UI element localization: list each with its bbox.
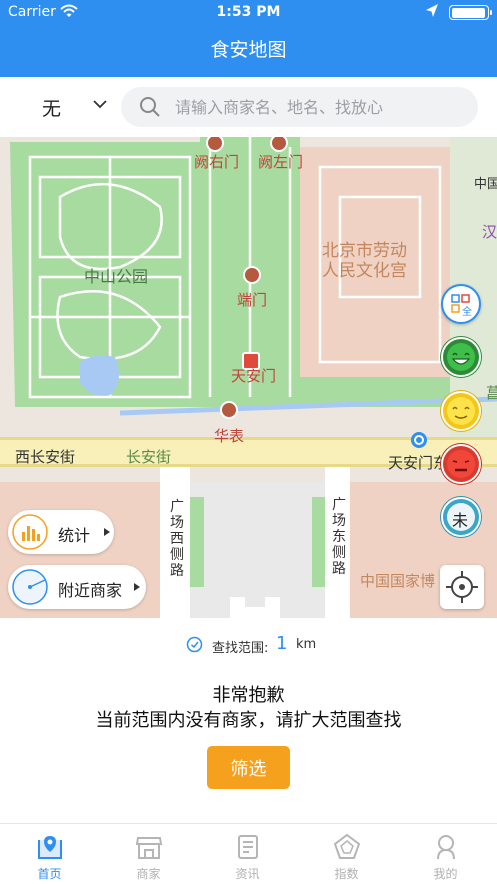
tab-merchants[interactable]: 商家 — [99, 824, 198, 884]
search-input[interactable] — [175, 87, 465, 127]
location-arrow-icon — [426, 4, 438, 17]
map-view[interactable]: 阙右门 阙左门 中山公园 端门 天安门 华表 北京市劳动 人民文化宫 西长安街 … — [0, 137, 497, 618]
tab-index-label: 指数 — [334, 867, 359, 881]
radar-icon — [12, 569, 48, 605]
legend-good-button[interactable] — [441, 337, 481, 377]
tab-news[interactable]: 资讯 — [198, 824, 297, 884]
chevron-right-icon — [104, 528, 110, 536]
map-label-duanmen: 端门 — [237, 291, 268, 309]
search-bar: 无 — [0, 77, 497, 137]
user-icon — [437, 835, 455, 860]
map-label-square-west: 广场西侧路 — [170, 499, 184, 579]
map-label-west-changan: 西长安街 — [15, 448, 76, 466]
filter-button[interactable]: 筛选 — [207, 746, 290, 789]
tab-profile[interactable]: 我的 — [396, 824, 495, 884]
tab-bar: 首页 商家 资讯 指数 我的 — [0, 823, 497, 883]
nearby-label: 附近商家 — [58, 581, 123, 600]
chevron-right-icon — [134, 583, 140, 591]
map-label-huabiao: 华表 — [214, 427, 245, 445]
legend-unrated-label: 未 — [452, 511, 469, 530]
neutral-face-icon — [447, 397, 475, 425]
search-box[interactable] — [121, 87, 478, 127]
status-bar: Carrier 1:53 PM — [0, 0, 497, 24]
tab-news-label: 资讯 — [235, 867, 260, 881]
map-label-zhong: 中国 — [474, 177, 497, 192]
sad-face-icon — [447, 450, 475, 478]
map-label-chang: 菖 — [486, 384, 497, 402]
tab-index[interactable]: 指数 — [297, 824, 396, 884]
tab-home-label: 首页 — [37, 867, 62, 881]
map-label-square-east: 广场东侧路 — [332, 497, 346, 577]
nav-bar: 食安地图 — [0, 24, 497, 77]
range-value[interactable]: 1 — [276, 633, 287, 654]
empty-title: 非常抱歉 — [212, 685, 285, 706]
map-label-changan: 长安街 — [126, 448, 172, 466]
legend-all-button[interactable]: 全 — [441, 284, 481, 324]
poi-marker[interactable] — [243, 266, 261, 284]
city-selector[interactable]: 无 — [42, 94, 61, 121]
poi-marker[interactable] — [220, 401, 238, 419]
clock: 1:53 PM — [216, 4, 281, 20]
crosshair-icon — [446, 571, 478, 603]
battery-icon — [449, 5, 492, 20]
map-label-museum: 中国国家博 — [360, 572, 436, 590]
range-label: 查找范围: — [212, 641, 269, 656]
legend-all-label: 全 — [462, 307, 472, 318]
map-label-quezuomen: 阙左门 — [258, 153, 304, 171]
shop-icon — [135, 837, 163, 859]
legend-bad-button[interactable] — [441, 444, 481, 484]
smile-face-icon — [447, 343, 475, 371]
chevron-down-icon[interactable] — [92, 99, 108, 109]
locate-button[interactable] — [440, 565, 484, 609]
home-map-icon — [38, 836, 62, 859]
search-icon — [140, 97, 160, 117]
map-label-han: 汉 — [482, 223, 497, 241]
legend-unrated-button[interactable]: 未 — [441, 497, 481, 537]
nearby-chip[interactable]: 附近商家 — [8, 565, 146, 609]
page-title: 食安地图 — [210, 39, 287, 61]
stats-label: 统计 — [58, 526, 91, 545]
search-range: 查找范围: 1 km — [0, 630, 497, 660]
map-label-queyoumen: 阙右门 — [194, 153, 240, 171]
compass-icon — [186, 636, 203, 653]
map-label-zhongshan-park: 中山公园 — [84, 267, 149, 286]
empty-description: 当前范围内没有商家，请扩大范围查找 — [95, 710, 402, 731]
legend-normal-button[interactable] — [441, 391, 481, 431]
stats-chip[interactable]: 统计 — [8, 510, 114, 554]
map-label-labor-palace: 北京市劳动 人民文化宫 — [322, 241, 407, 281]
map-label-tiananmen: 天安门 — [231, 367, 277, 385]
news-icon — [238, 835, 258, 859]
bar-chart-icon — [12, 514, 48, 550]
range-unit: km — [296, 637, 317, 652]
pentagon-chart-icon — [333, 833, 361, 859]
tab-home[interactable]: 首页 — [0, 824, 99, 884]
tab-merchants-label: 商家 — [136, 867, 161, 881]
subway-icon[interactable] — [410, 431, 428, 449]
tab-profile-label: 我的 — [433, 867, 458, 881]
map-label-tiananmen-east: 天安门东 — [388, 454, 449, 472]
